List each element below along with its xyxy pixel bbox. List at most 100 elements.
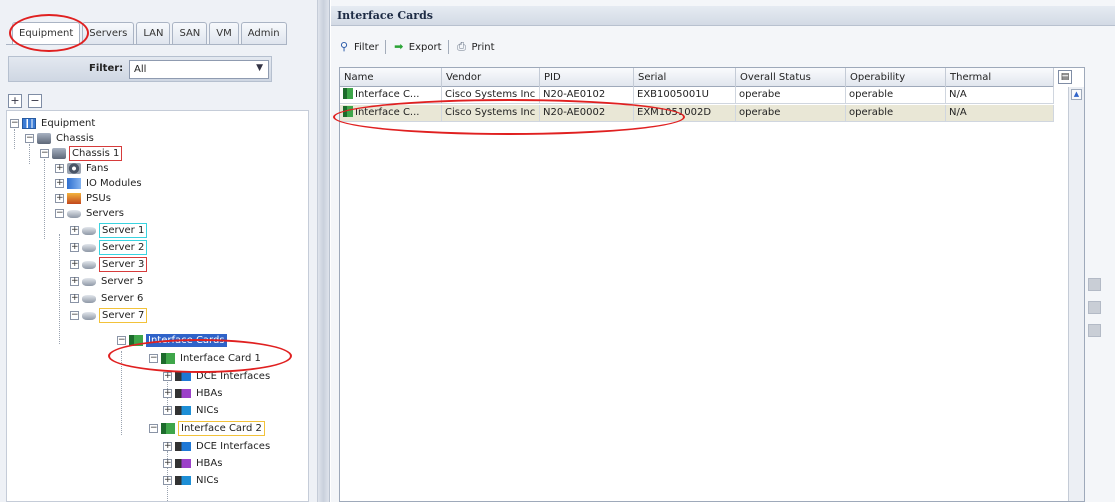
add-icon[interactable] — [1088, 278, 1101, 291]
expand-collapse-controls: + − — [8, 94, 42, 108]
collapse-toggle[interactable]: − — [25, 134, 34, 143]
expand-toggle[interactable]: + — [70, 243, 79, 252]
column-header-pid[interactable]: PID — [540, 68, 634, 87]
print-button[interactable]: ⎙ Print — [453, 41, 497, 53]
tree-node-nics-2[interactable]: + NICs — [163, 473, 221, 488]
collapse-toggle[interactable]: − — [55, 209, 64, 218]
filter-bar: Filter: All ▼ — [8, 56, 272, 82]
expand-toggle[interactable]: + — [70, 260, 79, 269]
tree-node-server-2[interactable]: + Server 2 — [70, 240, 148, 255]
tree-node-chassis[interactable]: − Chassis — [25, 131, 96, 146]
cell-overall-status: operabe — [736, 105, 846, 121]
expand-toggle[interactable]: + — [163, 476, 172, 485]
expand-toggle[interactable]: + — [70, 226, 79, 235]
tree-connector — [14, 129, 15, 149]
table-row-selected[interactable]: Interface C... Cisco Systems Inc N20-AE0… — [340, 105, 1054, 122]
collapse-toggle[interactable]: − — [40, 149, 49, 158]
expand-toggle[interactable]: + — [70, 294, 79, 303]
collapse-toggle[interactable]: − — [117, 336, 126, 345]
expand-toggle[interactable]: + — [163, 442, 172, 451]
expand-toggle[interactable]: + — [70, 277, 79, 286]
tree-node-dce-interfaces-2[interactable]: + DCE Interfaces — [163, 439, 272, 454]
tab-servers[interactable]: Servers — [82, 22, 135, 44]
column-header-overall-status[interactable]: Overall Status — [736, 68, 846, 87]
tab-lan[interactable]: LAN — [136, 22, 171, 44]
tree-node-hbas-2[interactable]: + HBAs — [163, 456, 224, 471]
cell-pid: N20-AE0002 — [540, 105, 634, 121]
column-header-name[interactable]: Name — [340, 68, 442, 87]
column-header-serial[interactable]: Serial — [634, 68, 736, 87]
scroll-up-icon[interactable]: ▲ — [1071, 89, 1082, 100]
tree-node-dce-interfaces-1[interactable]: + DCE Interfaces — [163, 369, 272, 384]
column-header-vendor[interactable]: Vendor — [442, 68, 540, 87]
expand-toggle[interactable]: + — [163, 406, 172, 415]
tree-node-fans[interactable]: + Fans — [55, 161, 111, 176]
tab-vm[interactable]: VM — [209, 22, 239, 44]
expand-all-button[interactable]: + — [8, 94, 22, 108]
nic-icon — [175, 406, 191, 415]
expand-toggle[interactable]: + — [55, 164, 64, 173]
cell-vendor: Cisco Systems Inc — [442, 105, 540, 121]
expand-toggle[interactable]: + — [55, 179, 64, 188]
table-row[interactable]: Interface C... Cisco Systems Inc N20-AE0… — [340, 87, 1054, 104]
cell-operability: operable — [846, 105, 946, 121]
tab-equipment[interactable]: Equipment — [12, 22, 81, 44]
collapse-toggle[interactable]: − — [70, 311, 79, 320]
tree-node-chassis-1[interactable]: − Chassis 1 — [40, 146, 123, 161]
collapse-toggle[interactable]: − — [149, 354, 158, 363]
filter-select-value: All — [134, 64, 147, 75]
tree-node-server-6[interactable]: + Server 6 — [70, 291, 145, 306]
cell-overall-status: operabe — [736, 87, 846, 103]
tree-node-server-3[interactable]: + Server 3 — [70, 257, 148, 272]
tree-node-servers[interactable]: − Servers — [55, 206, 126, 221]
cell-operability: operable — [846, 87, 946, 103]
filter-select[interactable]: All ▼ — [129, 60, 269, 79]
tree-node-interface-card-1[interactable]: − Interface Card 1 — [149, 351, 263, 366]
expand-toggle[interactable]: + — [163, 389, 172, 398]
tree-node-psus[interactable]: + PSUs — [55, 191, 113, 206]
server-icon — [82, 243, 96, 252]
print-icon: ⎙ — [457, 40, 466, 53]
tree-node-server-7[interactable]: − Server 7 — [70, 308, 148, 323]
tree-label: Server 2 — [99, 240, 148, 255]
equipment-tree: − Equipment − Chassis − Chassis 1 + Fans… — [6, 110, 309, 502]
tree-label: Fans — [86, 163, 109, 174]
tree-node-interface-cards[interactable]: − Interface Cards — [117, 333, 227, 348]
pane-splitter[interactable] — [318, 0, 330, 502]
interface-card-icon — [343, 88, 353, 99]
tree-label: Server 7 — [99, 308, 148, 323]
tree-label: NICs — [196, 475, 219, 486]
collapse-toggle[interactable]: − — [10, 119, 19, 128]
filter-button[interactable]: ⚲ Filter — [335, 41, 381, 53]
collapse-toggle[interactable]: − — [149, 424, 158, 433]
delete-icon[interactable] — [1088, 301, 1101, 314]
tree-node-nics-1[interactable]: + NICs — [163, 403, 221, 418]
expand-toggle[interactable]: + — [163, 372, 172, 381]
tree-node-io-modules[interactable]: + IO Modules — [55, 176, 144, 191]
properties-icon[interactable] — [1088, 324, 1101, 337]
server-icon — [82, 294, 96, 303]
collapse-all-button[interactable]: − — [28, 94, 42, 108]
side-action-bar — [1088, 278, 1101, 337]
server-icon — [82, 277, 96, 286]
tree-node-server-5[interactable]: + Server 5 — [70, 274, 145, 289]
tree-node-equipment[interactable]: − Equipment — [10, 116, 97, 131]
column-header-operability[interactable]: Operability — [846, 68, 946, 87]
tree-node-server-1[interactable]: + Server 1 — [70, 223, 148, 238]
export-button[interactable]: ➡ Export — [390, 41, 444, 53]
tab-san[interactable]: SAN — [172, 22, 208, 44]
tree-node-hbas-1[interactable]: + HBAs — [163, 386, 224, 401]
server-icon — [82, 226, 96, 235]
vertical-scrollbar[interactable]: ▲ — [1068, 87, 1084, 501]
expand-toggle[interactable]: + — [55, 194, 64, 203]
panel-title: Interface Cards — [331, 6, 1115, 26]
chassis-icon — [52, 148, 66, 159]
expand-toggle[interactable]: + — [163, 459, 172, 468]
tree-node-interface-card-2[interactable]: − Interface Card 2 — [149, 421, 265, 436]
tab-admin[interactable]: Admin — [240, 22, 287, 44]
content-pane: Interface Cards ⚲ Filter ➡ Export ⎙ Prin… — [331, 0, 1115, 502]
cell-pid: N20-AE0102 — [540, 87, 634, 103]
column-header-thermal[interactable]: Thermal — [946, 68, 1054, 87]
table-header: Name Vendor PID Serial Overall Status Op… — [340, 68, 1054, 87]
column-chooser-button[interactable]: ▤ — [1058, 70, 1072, 84]
